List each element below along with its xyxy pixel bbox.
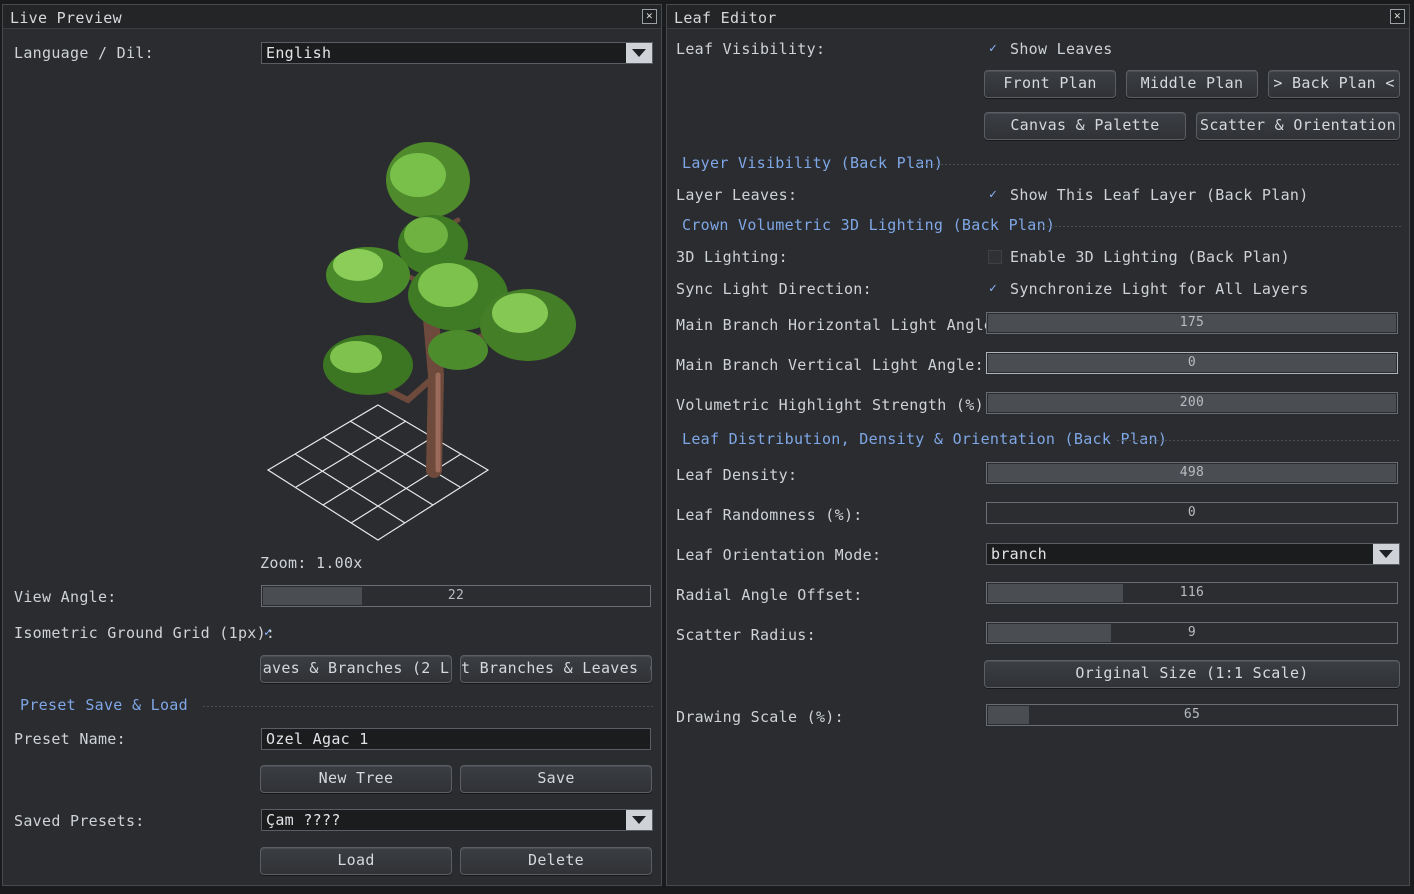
radial-value: 116	[1179, 585, 1205, 600]
canvas-palette-button[interactable]: Canvas & Palette	[984, 112, 1186, 140]
layer-tab-button[interactable]: aves & Branches (2 L	[260, 655, 452, 683]
scatter-label: Scatter Radius:	[676, 626, 816, 644]
sync-light-checkbox[interactable]: ✓	[989, 282, 1003, 296]
randomness-slider[interactable]: 0	[986, 502, 1398, 524]
h-angle-slider[interactable]: 175	[986, 312, 1398, 334]
layer-tab-button[interactable]: t Branches & Leaves (	[460, 655, 652, 683]
view-angle-value: 22	[447, 588, 465, 603]
density-label: Leaf Density:	[676, 466, 798, 484]
section-divider	[1039, 226, 1401, 227]
show-leaves-label: Show Leaves	[1010, 40, 1113, 58]
orientation-value: branch	[991, 545, 1047, 563]
live-preview-title: Live Preview	[10, 9, 122, 27]
section-divider	[917, 164, 1401, 165]
scatter-slider[interactable]: 9	[986, 622, 1398, 644]
scatter-value: 9	[1187, 625, 1197, 640]
delete-button[interactable]: Delete	[460, 847, 652, 875]
iso-grid-label: Isometric Ground Grid (1px):	[14, 624, 276, 642]
sync-light-value-label: Synchronize Light for All Layers	[1010, 280, 1309, 298]
language-label: Language / Dil:	[14, 44, 154, 62]
tree-foliage	[323, 142, 576, 395]
enable-lighting-checkbox[interactable]	[988, 250, 1002, 264]
language-value: English	[266, 44, 332, 62]
leaf-editor-panel: Leaf Editor ✕ Leaf Visibility: ✓ Show Le…	[666, 4, 1410, 886]
randomness-label: Leaf Randomness (%):	[676, 506, 863, 524]
sync-light-label: Sync Light Direction:	[676, 280, 872, 298]
leaf-editor-title: Leaf Editor	[674, 9, 777, 27]
orientation-label: Leaf Orientation Mode:	[676, 546, 882, 564]
drawing-scale-label: Drawing Scale (%):	[676, 708, 844, 726]
show-leaves-checkbox[interactable]: ✓	[989, 42, 1003, 56]
isometric-ground-grid	[266, 404, 490, 541]
show-layer-label: Show This Leaf Layer (Back Plan)	[1010, 186, 1309, 204]
saved-presets-dropdown[interactable]: Çam ????	[261, 809, 653, 831]
original-size-button[interactable]: Original Size (1:1 Scale)	[984, 660, 1400, 688]
leaf-editor-titlebar: Leaf Editor ✕	[667, 5, 1409, 29]
preset-name-input[interactable]: Ozel Agac 1	[261, 728, 651, 750]
middle-plan-button[interactable]: Middle Plan	[1126, 70, 1258, 98]
layer-leaves-label: Layer Leaves:	[676, 186, 798, 204]
front-plan-button[interactable]: Front Plan	[984, 70, 1116, 98]
highlight-value: 200	[1179, 395, 1205, 410]
zoom-readout: Zoom: 1.00x	[260, 554, 363, 572]
crown-lighting-section: Crown Volumetric 3D Lighting (Back Plan)	[682, 216, 1056, 234]
chevron-down-icon[interactable]	[1373, 544, 1399, 564]
highlight-slider[interactable]: 200	[986, 392, 1398, 414]
enable-lighting-label: Enable 3D Lighting (Back Plan)	[1010, 248, 1290, 266]
saved-presets-label: Saved Presets:	[14, 812, 145, 830]
v-angle-slider[interactable]: 0	[986, 352, 1398, 374]
orientation-dropdown[interactable]: branch	[986, 543, 1400, 565]
saved-presets-value: Çam ????	[266, 811, 341, 829]
radial-slider[interactable]: 116	[986, 582, 1398, 604]
live-preview-titlebar: Live Preview ✕	[3, 5, 661, 29]
density-slider[interactable]: 498	[986, 462, 1398, 484]
show-layer-checkbox[interactable]: ✓	[989, 188, 1003, 202]
close-icon[interactable]: ✕	[1390, 9, 1405, 24]
view-angle-label: View Angle:	[14, 588, 117, 606]
preset-section-title: Preset Save & Load	[20, 696, 188, 714]
preset-name-value: Ozel Agac 1	[266, 730, 369, 748]
scatter-orientation-button[interactable]: Scatter & Orientation	[1196, 112, 1400, 140]
tree-preview-canvas[interactable]	[258, 125, 618, 555]
density-value: 498	[1179, 465, 1205, 480]
drawing-scale-value: 65	[1183, 707, 1201, 722]
back-plan-button[interactable]: > Back Plan <	[1268, 70, 1400, 98]
section-divider	[1117, 440, 1401, 441]
new-tree-button[interactable]: New Tree	[260, 765, 452, 793]
save-button[interactable]: Save	[460, 765, 652, 793]
distribution-section: Leaf Distribution, Density & Orientation…	[682, 430, 1168, 448]
v-angle-label: Main Branch Vertical Light Angle:	[676, 356, 984, 374]
iso-grid-checkbox[interactable]: ✓	[264, 626, 278, 640]
h-angle-label: Main Branch Horizontal Light Angle:	[676, 316, 1003, 334]
chevron-down-icon[interactable]	[626, 810, 652, 830]
h-angle-value: 175	[1179, 315, 1205, 330]
close-icon[interactable]: ✕	[642, 9, 657, 24]
language-dropdown[interactable]: English	[261, 42, 653, 64]
randomness-value: 0	[1187, 505, 1197, 520]
live-preview-panel: Live Preview ✕ Language / Dil: English Z…	[2, 4, 662, 886]
lighting-label: 3D Lighting:	[676, 248, 788, 266]
highlight-label: Volumetric Highlight Strength (%):	[676, 396, 994, 414]
preset-name-label: Preset Name:	[14, 730, 126, 748]
load-button[interactable]: Load	[260, 847, 452, 875]
v-angle-value: 0	[1187, 355, 1197, 370]
drawing-scale-slider[interactable]: 65	[986, 704, 1398, 726]
layer-visibility-section: Layer Visibility (Back Plan)	[682, 154, 944, 172]
chevron-down-icon[interactable]	[626, 43, 652, 63]
radial-label: Radial Angle Offset:	[676, 586, 863, 604]
view-angle-slider[interactable]: 22	[261, 585, 651, 607]
leaf-visibility-label: Leaf Visibility:	[676, 40, 826, 58]
section-divider	[203, 706, 653, 707]
